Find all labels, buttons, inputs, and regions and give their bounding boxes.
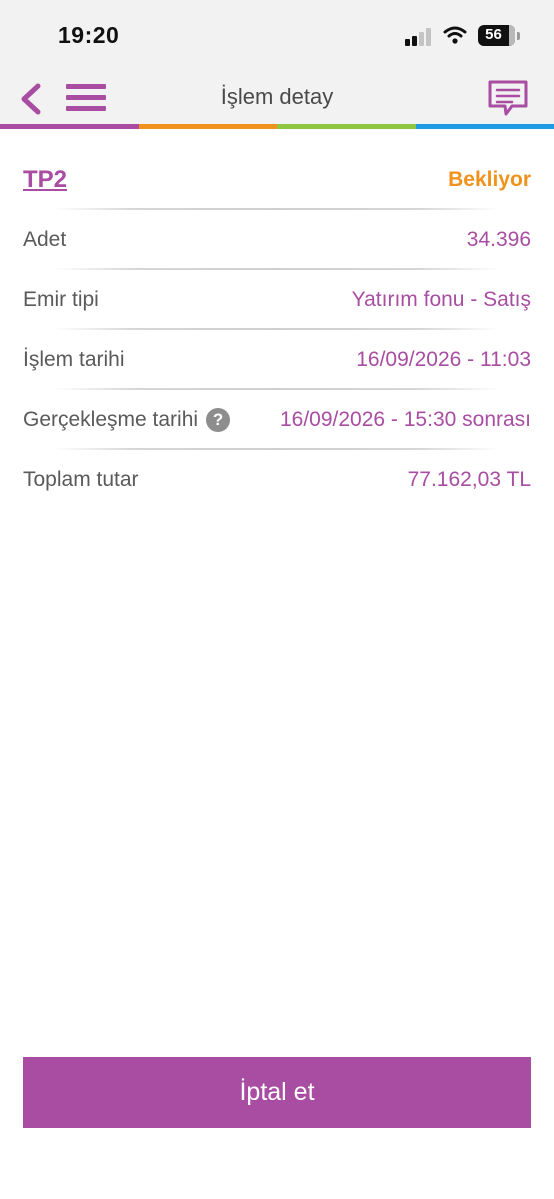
stripe-green [277, 124, 416, 129]
hamburger-menu-icon[interactable] [64, 82, 108, 114]
row-label: Toplam tutar [23, 468, 139, 491]
cancel-button[interactable]: İptal et [23, 1057, 531, 1128]
battery-cap [517, 32, 520, 40]
status-time: 19:20 [58, 22, 120, 48]
row-label: Gerçekleşme tarihi [23, 408, 199, 431]
detail-row-transaction-date: İşlem tarihi 16/09/2026 - 11:03 [23, 330, 531, 390]
stripe-purple [0, 124, 139, 129]
row-value: 77.162,03 TL [407, 468, 531, 491]
signal-icon [405, 28, 433, 46]
nav-header: İşlem detay [0, 70, 554, 124]
help-icon[interactable]: ? [206, 408, 231, 432]
detail-row-quantity: Adet 34.396 [23, 210, 531, 270]
detail-row-settlement-date: Gerçekleşme tarihi ? 16/09/2026 - 15:30 … [23, 390, 531, 450]
row-label: Emir tipi [23, 288, 99, 311]
back-chevron-icon[interactable] [16, 80, 46, 118]
fund-code-link[interactable]: TP2 [23, 166, 67, 194]
status-bar: 19:20 56 [0, 0, 554, 70]
page-title: İşlem detay [220, 84, 334, 109]
row-label: Adet [23, 228, 67, 251]
chat-bubble-icon[interactable] [486, 76, 530, 120]
row-value: Yatırım fonu - Satış [351, 288, 531, 311]
row-value: 16/09/2026 - 15:30 sonrası [279, 408, 531, 431]
row-value: 34.396 [466, 228, 531, 251]
transaction-details: TP2 Bekliyor Adet 34.396 Emir tipi Yatır… [23, 150, 531, 510]
row-value: 16/09/2026 - 11:03 [356, 348, 531, 371]
status-badge: Bekliyor [448, 168, 531, 191]
stripe-blue [415, 124, 554, 129]
stripe-orange [138, 124, 277, 129]
battery-icon: 56 [478, 25, 515, 46]
detail-row-total-amount: Toplam tutar 77.162,03 TL [23, 450, 531, 510]
color-stripe [0, 124, 554, 129]
row-label: İşlem tarihi [23, 348, 125, 371]
row-label-wrapper: Gerçekleşme tarihi ? [23, 408, 231, 432]
detail-row-order-type: Emir tipi Yatırım fonu - Satış [23, 270, 531, 330]
wifi-icon [443, 26, 467, 44]
battery-level: 56 [485, 26, 502, 43]
fund-header-row: TP2 Bekliyor [23, 150, 531, 210]
